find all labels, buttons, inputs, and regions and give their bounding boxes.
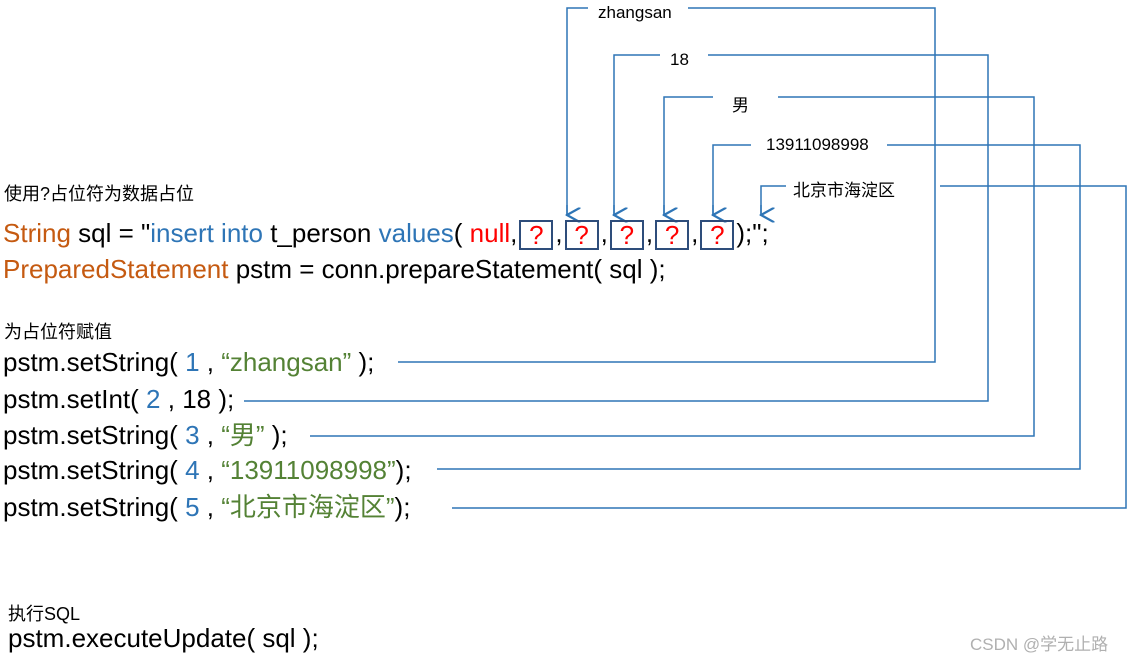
setter-tail: );: [264, 420, 288, 450]
sql-var: sql = ": [70, 218, 151, 248]
setter-method: pstm.setString(: [3, 492, 186, 522]
setter-method: pstm.setInt(: [3, 384, 147, 414]
setter-tail: );: [394, 492, 411, 522]
setter-line-1: pstm.setString( 1 , “zhangsan” );: [3, 347, 374, 377]
watermark: CSDN @学无止路: [970, 635, 1109, 654]
comma: ,: [510, 218, 518, 248]
connector-1: [566, 7, 588, 216]
connector-5: [760, 185, 786, 216]
setter-sep: ,: [199, 420, 222, 450]
connector-4: [712, 144, 751, 216]
setter-line-4: pstm.setString( 4 , “13911098998”);: [3, 455, 412, 485]
setter-index: 4: [185, 455, 200, 485]
comma: ,: [645, 218, 654, 248]
kw-insert-into: insert into: [150, 218, 263, 248]
setter-method: pstm.setString(: [3, 347, 186, 377]
placeholder-box-4: ?: [655, 220, 690, 251]
setter-sep: ,: [160, 384, 183, 414]
param-label-4: 13911098998: [762, 135, 873, 155]
setter-value: “男”: [221, 420, 265, 450]
placeholder-box-2: ?: [564, 220, 599, 251]
comma: ,: [691, 218, 699, 248]
kw-string: String: [3, 218, 71, 248]
setter-tail: );: [351, 347, 375, 377]
setter-sep: ,: [199, 347, 222, 377]
setter-method: pstm.setString(: [3, 455, 186, 485]
param-label-3: 男: [728, 91, 753, 116]
setter-tail: );: [395, 455, 412, 485]
param-label-2: 18: [666, 50, 693, 70]
setter-method: pstm.setString(: [3, 420, 186, 450]
note-placeholder: 使用?占位符为数据占位: [4, 184, 195, 204]
placeholder-box-3: ?: [609, 220, 644, 251]
setter-index: 2: [146, 384, 161, 414]
placeholder-box-1: ?: [519, 220, 554, 251]
connector-2: [613, 54, 660, 216]
close-paren: );";: [736, 218, 769, 248]
setter-value: 18: [182, 384, 212, 414]
setter-value: “北京市海淀区”: [221, 492, 395, 522]
table-name: t_person: [262, 218, 379, 248]
kw-prepared-statement: PreparedStatement: [3, 254, 229, 284]
connector-3: [663, 96, 713, 216]
open-paren: (: [453, 218, 470, 248]
placeholder-box-5: ?: [700, 220, 735, 251]
comma: ,: [600, 218, 608, 248]
setter-value: “13911098998”: [221, 455, 396, 485]
kw-null: null: [469, 218, 511, 248]
setter-line-3: pstm.setString( 3 , “男” );: [3, 420, 288, 450]
setter-sep: ,: [199, 455, 222, 485]
setter-tail: );: [211, 384, 235, 414]
setter-sep: ,: [199, 492, 222, 522]
setter-index: 3: [185, 420, 200, 450]
setter-value: “zhangsan”: [221, 347, 352, 377]
kw-values: values: [378, 218, 454, 248]
note-assign: 为占位符赋值: [4, 322, 112, 342]
execute-line: pstm.executeUpdate( sql );: [8, 623, 319, 653]
setter-index: 1: [185, 347, 200, 377]
setter-index: 5: [185, 492, 200, 522]
connector-4-return: [437, 144, 1081, 470]
param-label-1: zhangsan: [594, 3, 676, 23]
setter-line-2: pstm.setInt( 2 , 18 );: [3, 384, 234, 414]
connector-lines: [244, 7, 1127, 509]
prepared-rest: pstm = conn.prepareStatement( sql );: [228, 254, 666, 284]
param-label-5: 北京市海淀区: [789, 176, 899, 201]
prepared-statement-line: PreparedStatement pstm = conn.prepareSta…: [3, 254, 666, 284]
sql-string-line: String sql = "insert into t_person value…: [3, 218, 769, 251]
setter-line-5: pstm.setString( 5 , “北京市海淀区”);: [3, 492, 410, 522]
comma: ,: [555, 218, 563, 248]
